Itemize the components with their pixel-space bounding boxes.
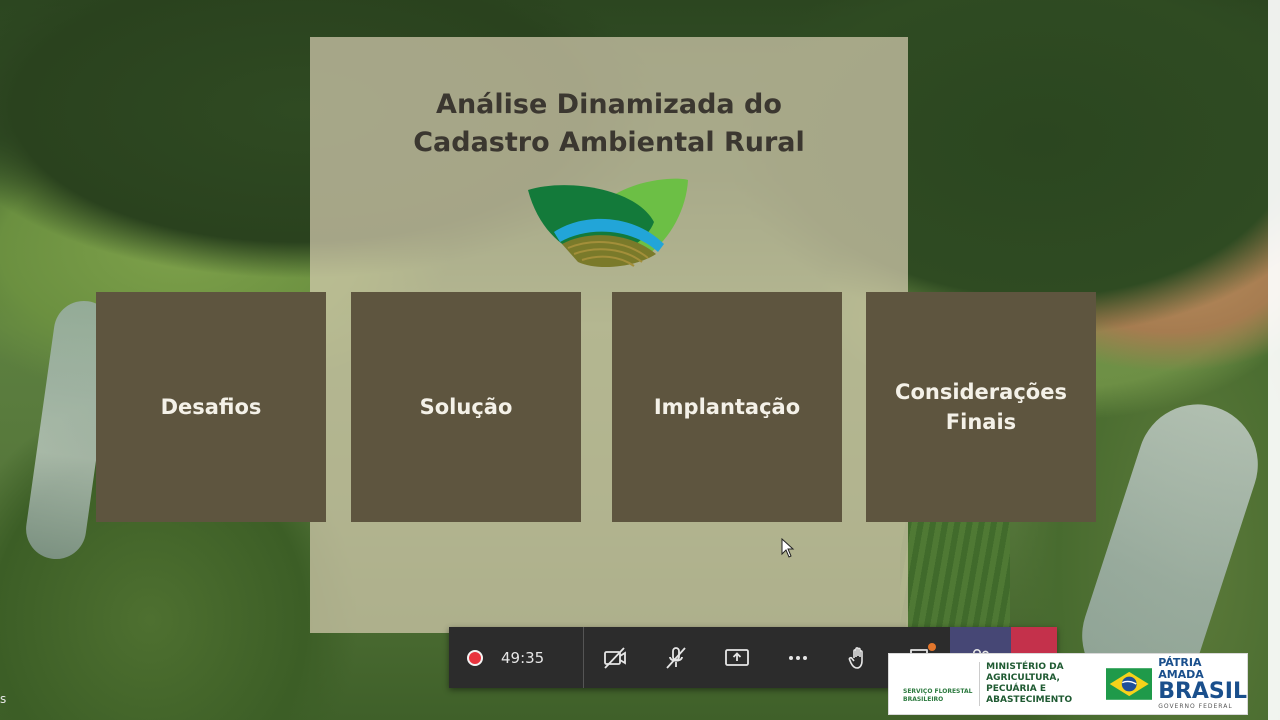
raise-hand-button[interactable] — [828, 627, 889, 688]
slide-title: Análise Dinamizada do Cadastro Ambiental… — [310, 86, 908, 162]
tile-consideracoes-finais[interactable]: Considerações Finais — [866, 292, 1096, 522]
share-screen-icon — [724, 648, 749, 666]
mouse-cursor-icon — [781, 538, 795, 558]
brand-line1: PÁTRIA AMADA — [1158, 656, 1204, 681]
brand-line2: BRASIL — [1158, 679, 1247, 704]
raise-hand-icon — [848, 646, 863, 669]
brand-block: PÁTRIA AMADA BRASIL GOVERNO FEDERAL — [1158, 657, 1247, 711]
banner-ministry: MINISTÉRIO DA AGRICULTURA, PECUÁRIA E AB… — [979, 662, 1096, 706]
mic-toggle-button[interactable] — [645, 627, 706, 688]
corner-text: s — [0, 692, 7, 706]
call-timer: 49:35 — [501, 648, 545, 667]
banner-left-text: SERVIÇO FLORESTAL BRASILEIRO — [903, 688, 973, 703]
more-options-button[interactable] — [767, 627, 828, 688]
government-banner: SERVIÇO FLORESTAL BRASILEIRO MINISTÉRIO … — [888, 653, 1248, 715]
share-screen-button[interactable] — [706, 627, 767, 688]
tile-label: Desafios — [160, 395, 262, 419]
window-edge — [1268, 0, 1280, 720]
camera-off-icon — [603, 646, 626, 669]
brazil-flag-icon — [1105, 668, 1153, 700]
notification-dot — [928, 643, 936, 651]
camera-toggle-button[interactable] — [584, 627, 645, 688]
tile-desafios[interactable]: Desafios — [96, 292, 326, 522]
slide-title-line2: Cadastro Ambiental Rural — [413, 127, 805, 158]
tile-label: Implantação — [653, 395, 801, 419]
tile-label: Considerações Finais — [895, 380, 1067, 434]
tile-label: Solução — [419, 395, 513, 419]
record-icon — [467, 649, 483, 666]
tile-solucao[interactable]: Solução — [351, 292, 581, 522]
crop-field — [900, 520, 1010, 640]
slide-title-line1: Análise Dinamizada do — [436, 89, 782, 120]
leaf-landscape-logo — [528, 178, 688, 268]
more-icon — [788, 655, 807, 660]
mic-off-icon — [665, 646, 686, 669]
brand-line3: GOVERNO FEDERAL — [1158, 703, 1233, 710]
recording-indicator: 49:35 — [449, 627, 584, 688]
tile-implantacao[interactable]: Implantação — [612, 292, 842, 522]
